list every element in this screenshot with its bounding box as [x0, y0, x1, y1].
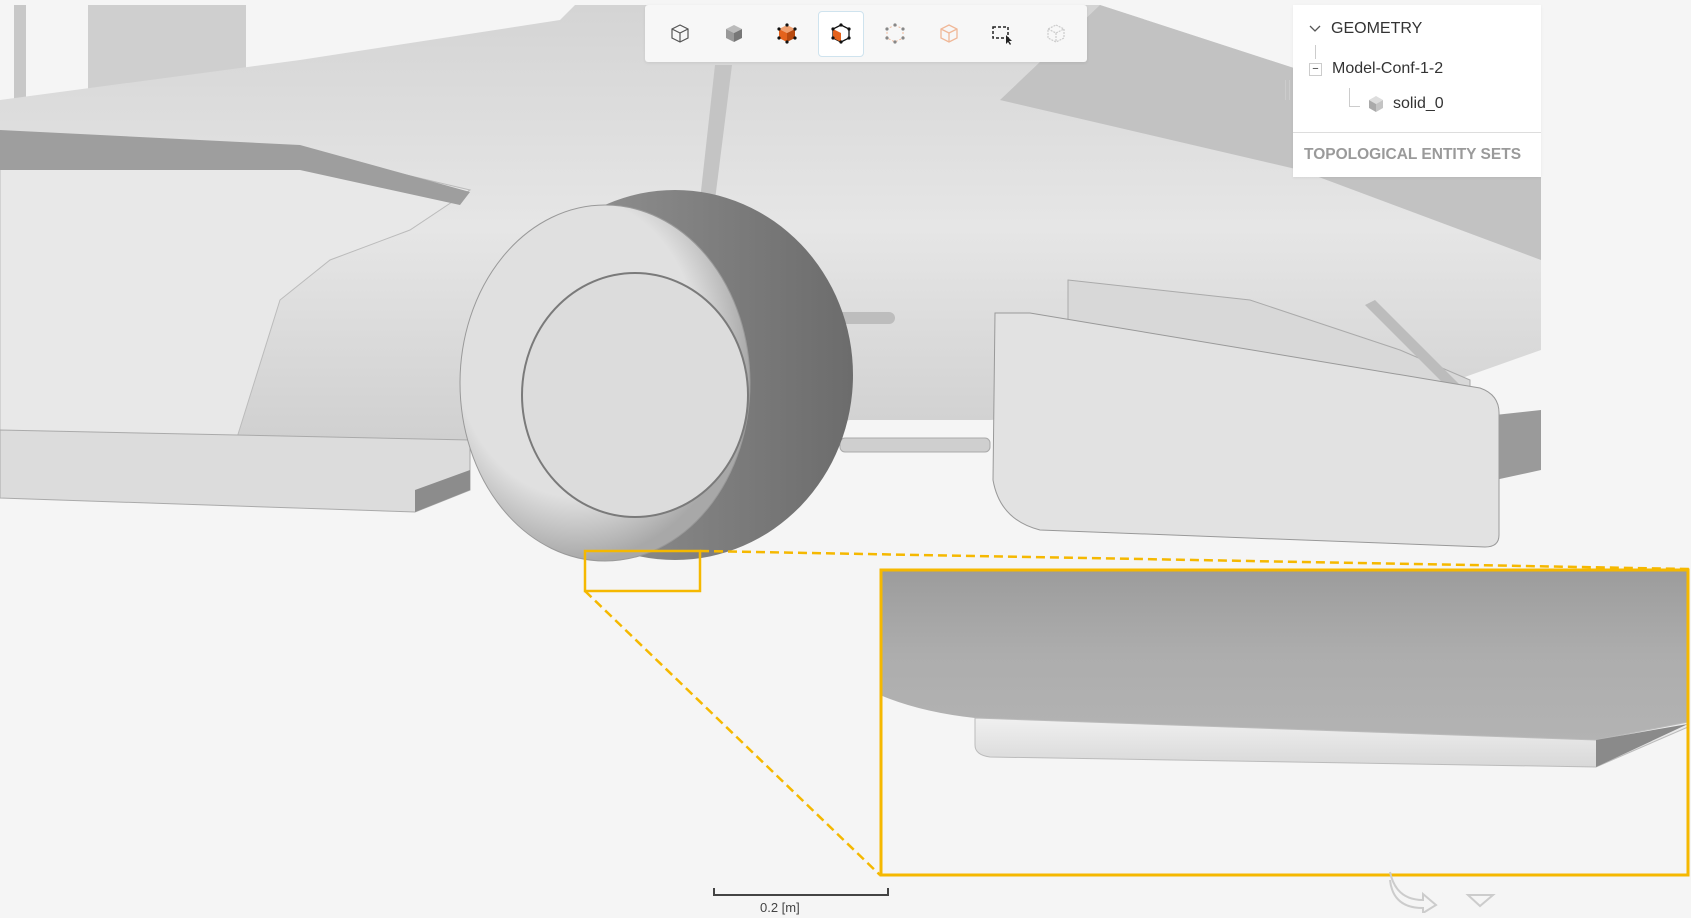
solid-view-button[interactable]	[711, 11, 757, 57]
solid-label: solid_0	[1393, 95, 1444, 112]
view-dropdown-icon[interactable]	[1465, 894, 1496, 908]
solid-cube-icon	[1369, 96, 1383, 112]
tree-item-model[interactable]: − Model-Conf-1-2	[1309, 60, 1443, 78]
tree-item-solid[interactable]: solid_0	[1367, 95, 1444, 113]
selection-toolbar	[645, 5, 1087, 62]
collapse-icon[interactable]: −	[1309, 62, 1322, 76]
model-label: Model-Conf-1-2	[1332, 60, 1444, 77]
geometry-title: GEOMETRY	[1331, 20, 1423, 37]
wheel-rim	[521, 272, 749, 518]
geometry-header[interactable]: GEOMETRY	[1309, 20, 1422, 38]
box-select-icon	[992, 25, 1013, 45]
select-edge-icon	[939, 23, 958, 43]
select-volume-button[interactable]	[765, 11, 811, 57]
divider	[1293, 132, 1541, 133]
view-navigation	[1388, 870, 1498, 918]
floor-edge	[0, 429, 471, 513]
wireframe-view-button[interactable]	[657, 11, 703, 57]
rear-strut	[14, 5, 26, 105]
select-volume-icon	[777, 22, 797, 44]
geometry-panel: GEOMETRY − Model-Conf-1-2 solid_0 TOPOLO…	[1293, 5, 1541, 177]
solid-cube-icon	[725, 24, 742, 42]
topological-entity-sets-header[interactable]: TOPOLOGICAL ENTITY SETS	[1304, 146, 1521, 164]
scale-bar	[713, 888, 889, 896]
panel-resize-handle[interactable]	[1285, 80, 1290, 100]
select-face-icon	[831, 22, 851, 44]
zoom-inset	[879, 568, 1690, 877]
select-face-button[interactable]	[818, 10, 864, 57]
box-select-button[interactable]	[980, 11, 1026, 57]
hidden-select-button[interactable]	[1033, 11, 1079, 57]
select-vertex-icon	[885, 22, 905, 44]
wireframe-cube-icon	[671, 23, 689, 43]
chevron-down-icon	[1309, 25, 1321, 32]
select-edge-button[interactable]	[926, 11, 972, 57]
select-vertex-button[interactable]	[872, 11, 918, 57]
rotate-view-icon[interactable]	[1389, 871, 1438, 915]
hidden-select-icon	[1047, 23, 1065, 43]
